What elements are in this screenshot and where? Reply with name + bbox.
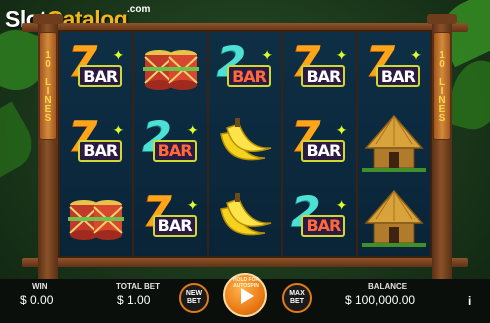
win-value: $ 0.00	[20, 293, 54, 307]
max-bet-label: MAX BET	[289, 290, 305, 305]
seven-bar-symbol: 7 BAR ✦	[362, 39, 426, 99]
star-icon: ✦	[186, 121, 199, 138]
star-icon: ✦	[186, 196, 199, 213]
seven-bar-symbol: 7 BAR ✦	[287, 39, 351, 99]
win-label: WIN	[32, 282, 48, 291]
two-bar-symbol: 2 BAR ✦	[287, 189, 351, 249]
reel-grid: 7 BAR ✦ 7 BAR ✦ 2 BAR ✦ 7 BAR ✦ 2 BAR ✦ 7 BAR ✦ 7 BAR ✦ 2 BAR ✦…	[58, 30, 432, 258]
palm-leaf-left	[0, 101, 42, 179]
reel-column: 7 BAR ✦	[357, 32, 431, 256]
watermark-com: .com	[127, 4, 151, 15]
frame-bottom-beam	[22, 258, 468, 267]
balance-value: $ 100,000.00	[345, 293, 416, 307]
reel-column: 2 BAR ✦ 7 BAR ✦	[134, 32, 209, 256]
drum-symbol	[139, 39, 203, 99]
seven-bar-symbol: 7 BAR ✦	[64, 39, 128, 99]
banana-symbol	[213, 189, 277, 249]
max-bet-button[interactable]: MAX BET	[282, 283, 312, 313]
new-bet-button[interactable]: NEW BET	[179, 283, 209, 313]
total-bet-label: TOTAL BET	[116, 282, 160, 291]
hut-symbol	[361, 114, 426, 174]
star-icon: ✦	[335, 47, 348, 64]
bar-plate: BAR	[301, 139, 346, 162]
lines-label: 10 LINES	[42, 50, 54, 122]
bar-plate: BAR	[301, 214, 346, 237]
seven-bar-symbol: 7 BAR ✦	[139, 189, 203, 249]
hut-symbol	[361, 189, 426, 249]
reel-column: 7 BAR ✦ 7 BAR ✦	[60, 32, 135, 256]
bar-plate: BAR	[78, 139, 123, 162]
seven-bar-symbol: 7 BAR ✦	[287, 114, 351, 174]
bar-plate: BAR	[78, 65, 123, 88]
lines-banner-right: 10 LINES	[433, 32, 451, 140]
total-bet-value: $ 1.00	[117, 293, 151, 307]
banana-symbol	[213, 114, 277, 174]
star-icon: ✦	[112, 121, 125, 138]
spin-button[interactable]: HOLD FOR AUTOSPIN	[223, 273, 267, 317]
star-icon: ✦	[112, 47, 125, 64]
star-icon: ✦	[410, 47, 422, 64]
star-icon: ✦	[261, 47, 274, 64]
info-button[interactable]: i	[468, 294, 471, 308]
lines-label: 10 LINES	[436, 50, 448, 122]
bar-plate: BAR	[152, 139, 197, 162]
lines-banner-left: 10 LINES	[39, 32, 57, 140]
new-bet-label: NEW BET	[185, 290, 203, 305]
seven-bar-symbol: 7 BAR ✦	[64, 114, 128, 174]
two-bar-symbol: 2 BAR ✦	[139, 114, 203, 174]
reel-column: 2 BAR ✦	[208, 32, 284, 256]
drum-symbol	[64, 189, 128, 249]
bar-plate: BAR	[375, 65, 420, 88]
star-icon: ✦	[335, 121, 348, 138]
balance-label: BALANCE	[368, 282, 408, 291]
bar-plate: BAR	[152, 214, 197, 237]
bar-plate: BAR	[301, 65, 346, 88]
play-icon	[241, 288, 254, 304]
reel-column: 7 BAR ✦ 7 BAR ✦ 2 BAR ✦	[283, 32, 358, 256]
star-icon: ✦	[335, 196, 348, 213]
bar-plate: BAR	[227, 65, 272, 88]
two-bar-symbol: 2 BAR ✦	[213, 39, 277, 99]
